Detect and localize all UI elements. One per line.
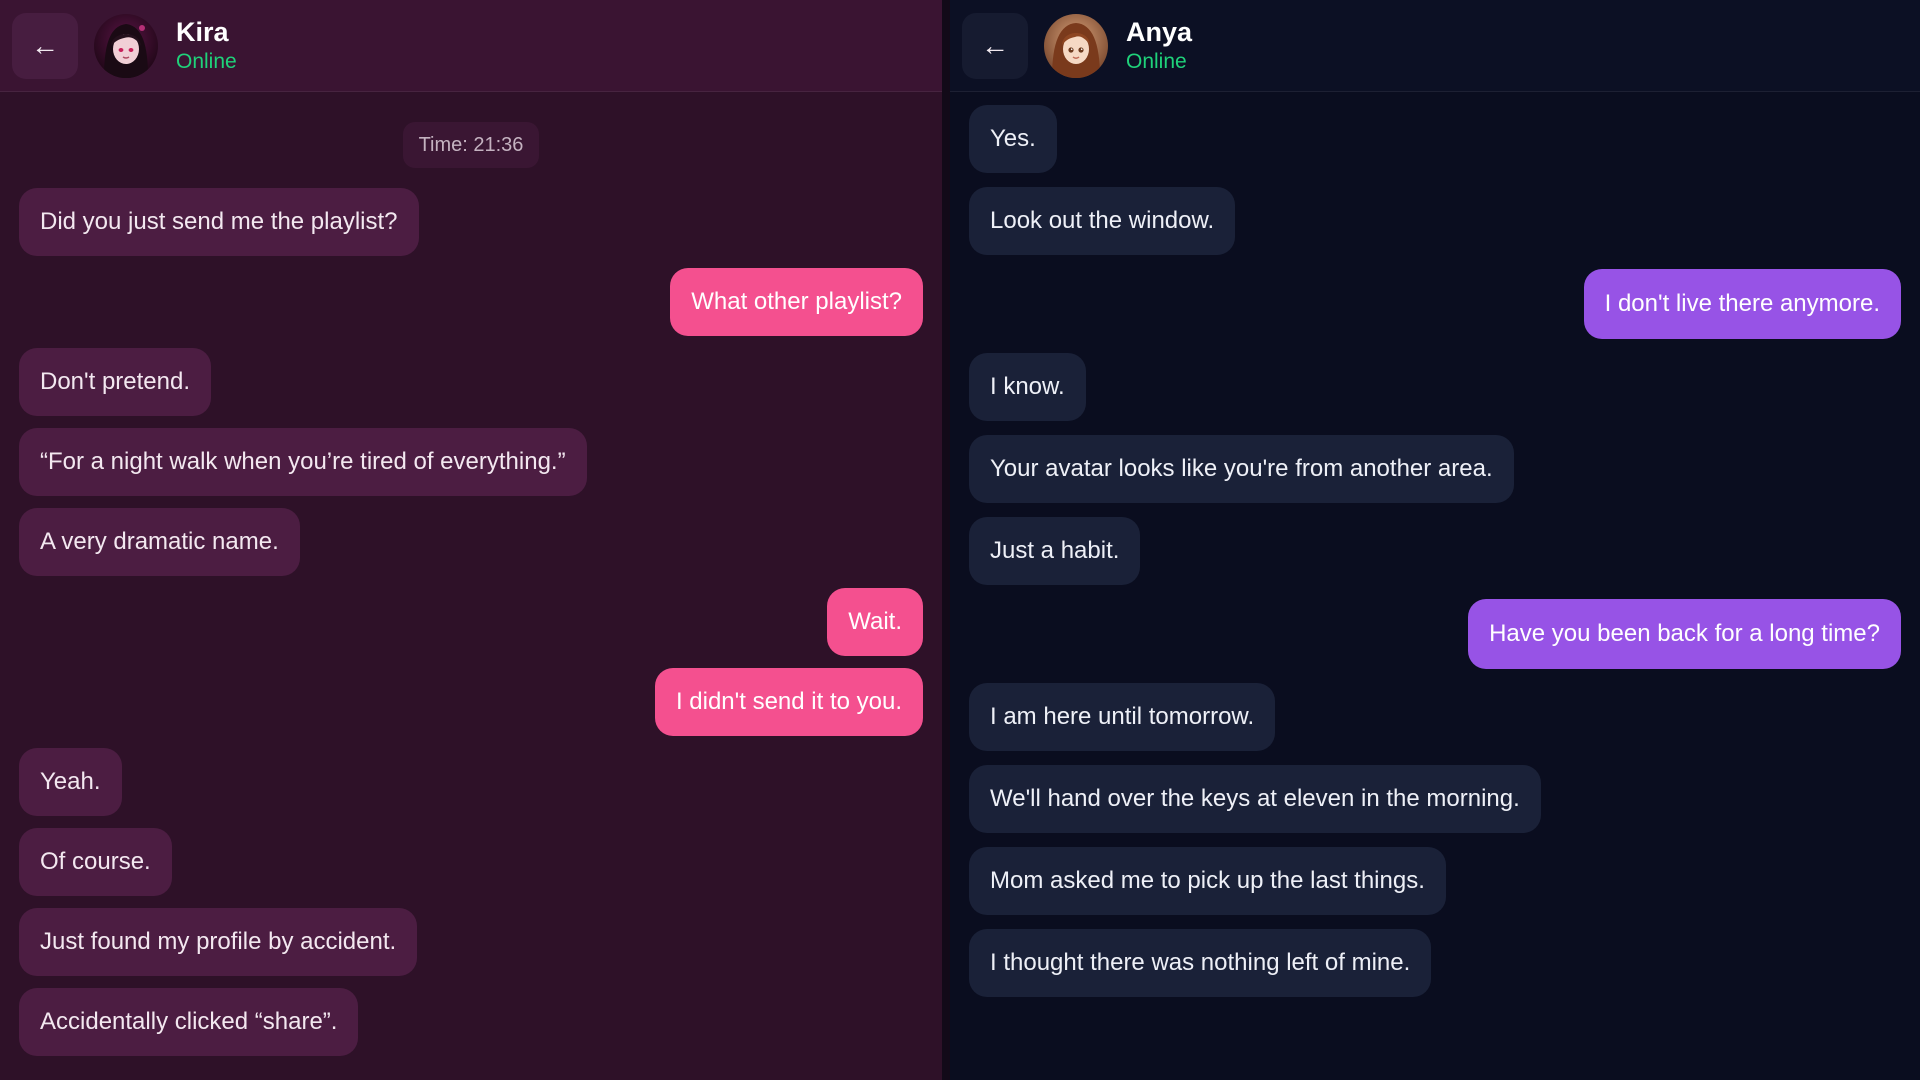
incoming-message[interactable]: Mom asked me to pick up the last things. — [969, 847, 1446, 915]
message-row: Did you just send me the playlist? — [19, 188, 923, 256]
time-label: Time: 21:36 — [403, 122, 539, 168]
incoming-message[interactable]: I thought there was nothing left of mine… — [969, 929, 1432, 997]
message-row: Have you been back for a long time? — [969, 599, 1901, 669]
incoming-message[interactable]: “For a night walk when you’re tired of e… — [19, 428, 587, 496]
back-button[interactable]: ← — [962, 12, 1028, 79]
message-row: Accidentally clicked “share”. — [19, 988, 923, 1056]
contact-status: Online — [176, 49, 237, 73]
outgoing-message[interactable]: Wait. — [827, 588, 923, 656]
message-row: I didn't send it to you. — [19, 668, 923, 736]
message-row: I know. — [969, 353, 1901, 421]
message-row: Of course. — [19, 828, 923, 896]
back-arrow-icon: ← — [981, 29, 1009, 61]
incoming-message[interactable]: Just a habit. — [969, 517, 1141, 585]
incoming-message[interactable]: We'll hand over the keys at eleven in th… — [969, 765, 1541, 833]
message-row: A very dramatic name. — [19, 508, 923, 576]
chat-panel-kira: ← Kira Online Time: 21:36 Did you just s… — [0, 0, 942, 1080]
incoming-message[interactable]: Of course. — [19, 828, 172, 896]
contact-info: Kira Online — [176, 17, 237, 75]
message-row: Mom asked me to pick up the last things. — [969, 847, 1901, 915]
avatar[interactable] — [1044, 13, 1108, 78]
message-row: I am here until tomorrow. — [969, 683, 1901, 751]
message-row: What other playlist? — [19, 268, 923, 336]
contact-name: Anya — [1126, 16, 1193, 47]
incoming-message[interactable]: A very dramatic name. — [19, 508, 300, 576]
avatar-image — [1044, 13, 1108, 78]
back-arrow-icon: ← — [31, 29, 59, 61]
chat-header: ← — [950, 0, 1920, 92]
incoming-message[interactable]: Accidentally clicked “share”. — [19, 988, 359, 1056]
outgoing-message[interactable]: What other playlist? — [670, 268, 923, 336]
incoming-message[interactable]: Your avatar looks like you're from anoth… — [969, 435, 1514, 503]
chat-panel-anya: ← Anya Online Yes. Look out the window. … — [950, 0, 1920, 1080]
message-row: We'll hand over the keys at eleven in th… — [969, 765, 1901, 833]
back-button[interactable]: ← — [12, 12, 78, 79]
incoming-message[interactable]: Just found my profile by accident. — [19, 908, 418, 976]
contact-status: Online — [1126, 49, 1187, 73]
message-row: Just found my profile by accident. — [19, 908, 923, 976]
contact-info: Anya Online — [1126, 17, 1192, 75]
contact-name: Kira — [176, 16, 229, 47]
panel-divider — [942, 0, 950, 1080]
incoming-message[interactable]: I am here until tomorrow. — [969, 683, 1276, 751]
avatar-image — [94, 13, 158, 78]
incoming-message[interactable]: Yeah. — [19, 748, 122, 816]
avatar[interactable] — [94, 13, 158, 78]
outgoing-message[interactable]: I didn't send it to you. — [654, 668, 923, 736]
message-list: Time: 21:36 Did you just send me the pla… — [0, 92, 942, 1056]
incoming-message[interactable]: Don't pretend. — [19, 348, 212, 416]
incoming-message[interactable]: Look out the window. — [969, 187, 1236, 255]
message-row: Wait. — [19, 588, 923, 656]
message-row: Yeah. — [19, 748, 923, 816]
message-row: Your avatar looks like you're from anoth… — [969, 435, 1901, 503]
chat-header: ← — [0, 0, 942, 92]
message-row: Yes. — [969, 105, 1901, 173]
incoming-message[interactable]: Yes. — [969, 105, 1057, 173]
outgoing-message[interactable]: I don't live there anymore. — [1583, 269, 1901, 339]
dual-chat-screen: ← Kira Online Time: 21:36 Did you just s… — [0, 0, 1920, 1080]
time-text: Time: 21:36 — [418, 133, 524, 156]
message-row: Don't pretend. — [19, 348, 923, 416]
message-row: Look out the window. — [969, 187, 1901, 255]
message-row: Just a habit. — [969, 517, 1901, 585]
message-list: Yes. Look out the window. I don't live t… — [950, 92, 1920, 997]
message-row: “For a night walk when you’re tired of e… — [19, 428, 923, 496]
message-row: I don't live there anymore. — [969, 269, 1901, 339]
outgoing-message[interactable]: Have you been back for a long time? — [1468, 599, 1901, 669]
incoming-message[interactable]: I know. — [969, 353, 1086, 421]
incoming-message[interactable]: Did you just send me the playlist? — [19, 188, 419, 256]
message-row: I thought there was nothing left of mine… — [969, 929, 1901, 997]
